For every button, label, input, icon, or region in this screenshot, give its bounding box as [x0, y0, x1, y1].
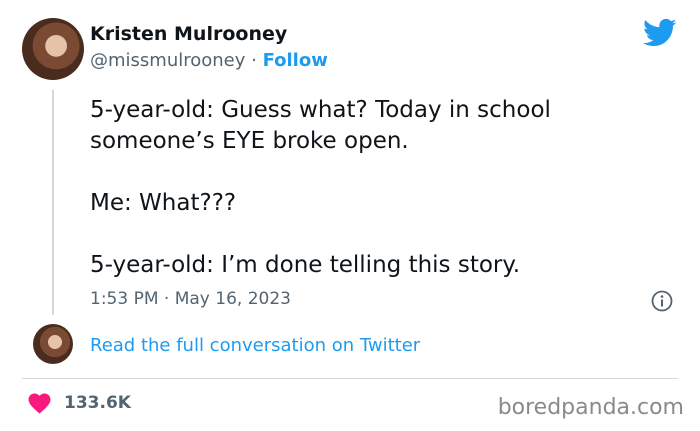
- follow-button[interactable]: Follow: [263, 50, 328, 71]
- author-handle[interactable]: @missmulrooney: [90, 50, 245, 71]
- handle-separator: ·: [245, 50, 263, 71]
- author-avatar[interactable]: [22, 18, 84, 80]
- watermark: boredpanda.com: [497, 395, 684, 420]
- tweet-text: 5-year-old: Guess what? Today in school …: [90, 95, 680, 281]
- tweet-paragraph: 5-year-old: I’m done telling this story.: [90, 252, 521, 278]
- thread-line: [52, 90, 54, 315]
- like-count: 133.6K: [64, 393, 131, 413]
- info-icon[interactable]: [651, 290, 673, 312]
- handle-row: @missmulrooney · Follow: [90, 50, 328, 71]
- heart-icon[interactable]: [28, 393, 51, 414]
- divider: [22, 378, 678, 379]
- twitter-bird-icon[interactable]: [643, 18, 677, 48]
- tweet-paragraph: 5-year-old: Guess what? Today in school …: [90, 97, 551, 154]
- tweet-timestamp[interactable]: 1:53 PM · May 16, 2023: [90, 289, 291, 309]
- tweet-paragraph: Me: What???: [90, 190, 237, 216]
- read-conversation-link[interactable]: Read the full conversation on Twitter: [90, 335, 420, 356]
- author-name[interactable]: Kristen Mulrooney: [90, 23, 287, 45]
- reply-avatar[interactable]: [33, 324, 73, 364]
